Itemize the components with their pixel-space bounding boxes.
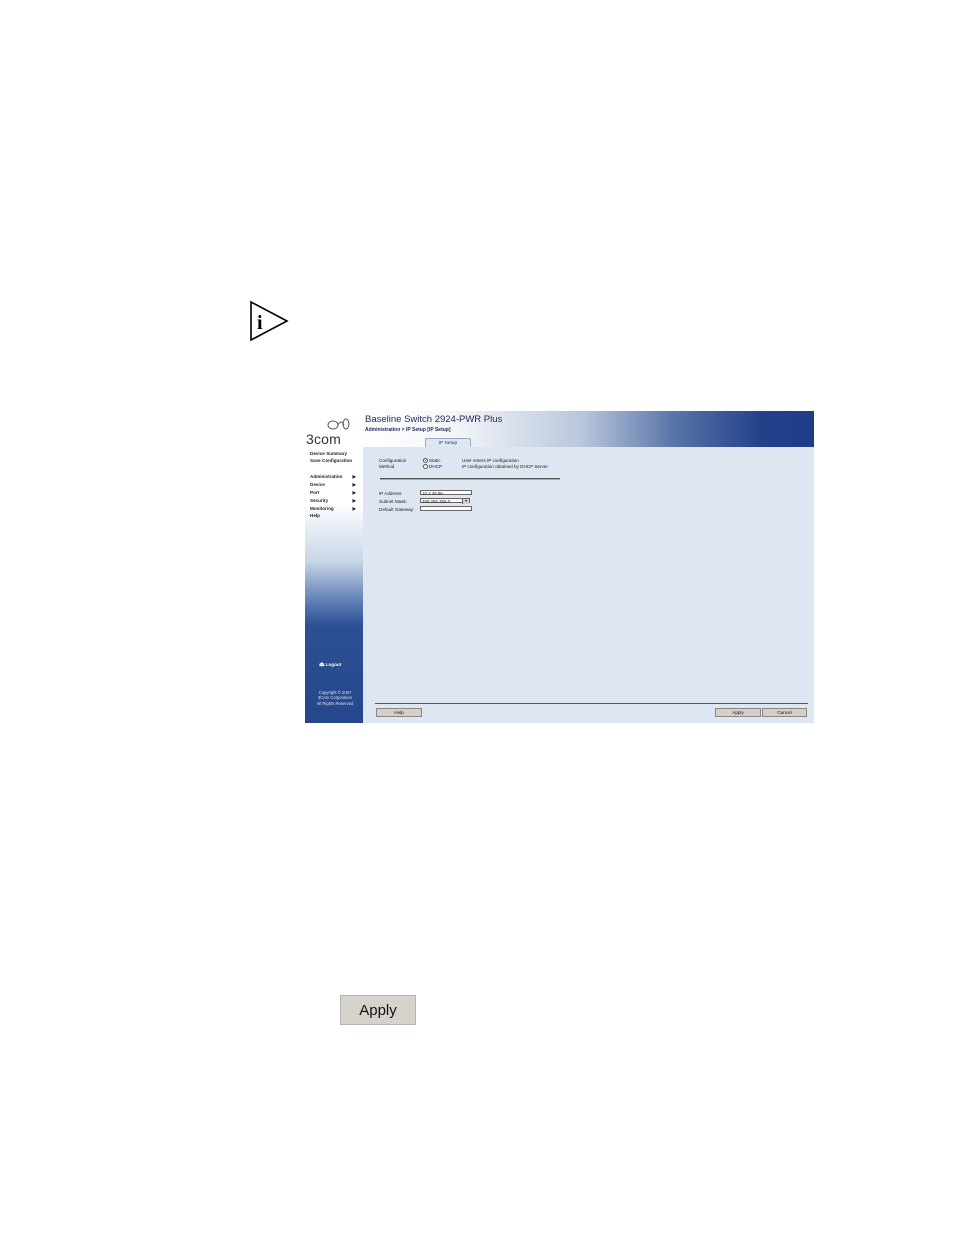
cancel-button[interactable]: Cancel: [762, 708, 807, 717]
ip-address-input[interactable]: 10.2.48.96: [420, 490, 472, 496]
apply-button-large[interactable]: Apply: [340, 995, 416, 1025]
help-button[interactable]: Help: [376, 708, 422, 717]
static-radio[interactable]: [423, 458, 429, 464]
footer-divider: [375, 703, 808, 704]
nav-port[interactable]: Port ▶: [310, 490, 358, 495]
logo: 3com: [305, 415, 363, 449]
arrow-right-icon: ▶: [352, 506, 356, 511]
svg-text:i: i: [257, 312, 263, 334]
nav-security[interactable]: Security ▶: [310, 498, 358, 503]
dhcp-description: IP configuration obtained by DHCP Server: [462, 463, 548, 469]
apply-button[interactable]: Apply: [715, 708, 761, 717]
static-description: User enters IP configuration: [462, 457, 519, 463]
nav-help[interactable]: Help: [310, 513, 358, 518]
arrow-right-icon: ▶: [352, 482, 356, 487]
info-note-icon: i: [250, 300, 289, 342]
arrow-right-icon: ▶: [352, 490, 356, 495]
sidebar: 3com Device Summary Save Configuration A…: [305, 411, 363, 723]
arrow-right-icon: ▶: [352, 498, 356, 503]
subnet-mask-select[interactable]: 255.255.255.0 ▼: [420, 498, 470, 504]
device-summary-link[interactable]: Device Summary: [310, 451, 347, 456]
subnet-mask-label: Subnet Mask:: [379, 499, 408, 504]
config-method-label: Configuration: [379, 458, 407, 463]
logout-icon: ⏏: [319, 662, 325, 668]
dhcp-radio[interactable]: [423, 464, 429, 470]
arrow-right-icon: ▶: [352, 474, 356, 479]
breadcrumb: Administration > IP Setup [IP Setup]: [365, 427, 451, 433]
static-label: Static: [429, 457, 441, 463]
default-gateway-label: Default Gateway:: [379, 507, 415, 512]
dhcp-label: DHCP: [429, 463, 443, 469]
switch-web-ui: 3com Device Summary Save Configuration A…: [305, 411, 814, 723]
default-gateway-input[interactable]: [420, 506, 472, 511]
logo-text: 3com: [306, 431, 342, 447]
save-configuration-link[interactable]: Save Configuration: [310, 458, 352, 463]
header-banner: Baseline Switch 2924-PWR Plus Administra…: [363, 411, 814, 448]
chevron-down-icon: ▼: [462, 499, 469, 504]
ip-setup-panel: Configuration Method Static User enters …: [363, 447, 814, 723]
separator: [380, 478, 560, 480]
ip-address-label: IP Address:: [379, 491, 403, 496]
nav-device[interactable]: Device ▶: [310, 482, 358, 487]
logo-rings-icon: [327, 418, 350, 430]
nav-administration[interactable]: Administration ▶: [310, 474, 358, 479]
copyright-notice: Copyright © 2007 3Com Corporation All Ri…: [316, 690, 354, 706]
config-method-label-line2: Method: [379, 464, 395, 469]
app-title: Baseline Switch 2924-PWR Plus: [365, 414, 503, 425]
logout-link[interactable]: ⏏Logout: [319, 661, 341, 668]
nav-monitoring[interactable]: Monitoring ▶: [310, 506, 358, 511]
